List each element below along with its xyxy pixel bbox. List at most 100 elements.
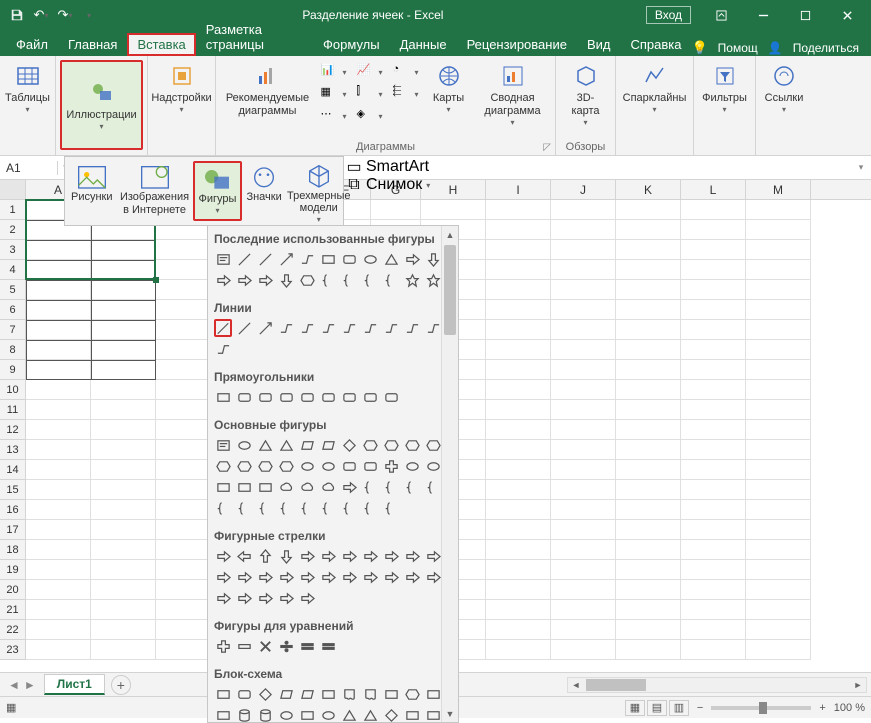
cell[interactable] — [26, 580, 91, 600]
zoom-out-button[interactable]: − — [697, 702, 703, 714]
cell[interactable] — [681, 200, 746, 220]
cell[interactable] — [681, 580, 746, 600]
cell[interactable] — [616, 400, 681, 420]
cell[interactable] — [26, 540, 91, 560]
cell[interactable] — [616, 480, 681, 500]
cell[interactable] — [91, 340, 156, 360]
cell[interactable] — [551, 360, 616, 380]
col-header[interactable]: H — [421, 180, 486, 199]
shape-item[interactable] — [256, 685, 274, 703]
screenshot-button[interactable]: ⧉Снимок▾ — [346, 176, 430, 194]
cell[interactable] — [26, 380, 91, 400]
shape-item[interactable] — [235, 388, 253, 406]
cell[interactable] — [746, 540, 811, 560]
shape-item[interactable] — [298, 568, 316, 586]
shape-item[interactable] — [235, 706, 253, 723]
cell[interactable] — [681, 220, 746, 240]
cell[interactable] — [746, 480, 811, 500]
shape-item[interactable] — [340, 436, 358, 454]
record-macro-icon[interactable]: ▦ — [6, 701, 16, 714]
cell[interactable] — [486, 340, 551, 360]
cell[interactable] — [26, 420, 91, 440]
tellme-label[interactable]: Помощ — [718, 41, 758, 55]
shape-item[interactable] — [382, 547, 400, 565]
online-pictures-button[interactable]: Изображения в Интернете — [117, 161, 193, 221]
cell[interactable] — [91, 320, 156, 340]
shape-item[interactable] — [298, 388, 316, 406]
cell[interactable] — [551, 420, 616, 440]
shape-item[interactable] — [298, 589, 316, 607]
shape-item[interactable] — [277, 499, 295, 517]
cell[interactable] — [616, 200, 681, 220]
cell[interactable] — [551, 200, 616, 220]
cell[interactable] — [681, 360, 746, 380]
shape-item[interactable] — [214, 706, 232, 723]
shape-item[interactable] — [361, 250, 379, 268]
cell[interactable] — [616, 320, 681, 340]
shape-item[interactable] — [319, 568, 337, 586]
cell[interactable] — [551, 500, 616, 520]
cell[interactable] — [486, 320, 551, 340]
zoom-level[interactable]: 100 % — [834, 702, 865, 714]
3dmodels-button[interactable]: Трехмерные модели ▾ — [286, 161, 352, 221]
cell[interactable] — [616, 260, 681, 280]
shape-item[interactable] — [403, 457, 421, 475]
cell[interactable] — [91, 580, 156, 600]
shape-item[interactable] — [214, 388, 232, 406]
shape-item[interactable] — [361, 271, 379, 289]
cell[interactable] — [746, 600, 811, 620]
shape-item[interactable] — [214, 319, 232, 337]
shape-item[interactable] — [403, 436, 421, 454]
shape-item[interactable] — [319, 250, 337, 268]
shape-item[interactable] — [340, 457, 358, 475]
shape-item[interactable] — [403, 271, 421, 289]
cell[interactable] — [26, 280, 91, 300]
cell[interactable] — [26, 360, 91, 380]
maximize-icon[interactable] — [785, 1, 825, 29]
cell[interactable] — [616, 540, 681, 560]
cell[interactable] — [746, 640, 811, 660]
cell[interactable] — [486, 300, 551, 320]
cell[interactable] — [551, 640, 616, 660]
cell[interactable] — [551, 220, 616, 240]
shape-item[interactable] — [382, 271, 400, 289]
cell[interactable] — [486, 460, 551, 480]
cell[interactable] — [616, 520, 681, 540]
shape-item[interactable] — [424, 685, 442, 703]
shape-item[interactable] — [235, 589, 253, 607]
cell[interactable] — [681, 500, 746, 520]
icons-button[interactable]: Значки — [242, 161, 285, 221]
pictures-button[interactable]: Рисунки — [67, 161, 117, 221]
cell[interactable] — [551, 480, 616, 500]
cell[interactable] — [746, 520, 811, 540]
shape-item[interactable] — [361, 478, 379, 496]
row-header[interactable]: 12 — [0, 420, 26, 440]
cell[interactable] — [91, 240, 156, 260]
cell[interactable] — [681, 480, 746, 500]
shape-item[interactable] — [361, 685, 379, 703]
sheet-nav[interactable]: ◄► — [0, 678, 44, 692]
close-icon[interactable] — [827, 1, 867, 29]
cell[interactable] — [486, 580, 551, 600]
qat-customize-icon[interactable]: ▾ — [78, 4, 100, 26]
cell[interactable] — [26, 320, 91, 340]
cell[interactable] — [681, 380, 746, 400]
shape-item[interactable] — [277, 319, 295, 337]
shape-item[interactable] — [214, 340, 232, 358]
undo-icon[interactable]: ↶▾ — [30, 4, 52, 26]
shapes-button[interactable]: Фигуры ▾ — [193, 161, 243, 221]
row-header[interactable]: 3 — [0, 240, 26, 260]
row-header[interactable]: 16 — [0, 500, 26, 520]
cell[interactable] — [486, 520, 551, 540]
cell[interactable] — [551, 340, 616, 360]
cell[interactable] — [681, 560, 746, 580]
sheet-tab[interactable]: Лист1 — [44, 674, 105, 695]
shape-item[interactable] — [235, 457, 253, 475]
shape-item[interactable] — [361, 436, 379, 454]
cell[interactable] — [551, 440, 616, 460]
pivotchart-button[interactable]: Сводная диаграмма ▾ — [477, 60, 549, 130]
shape-item[interactable] — [382, 685, 400, 703]
shape-item[interactable] — [382, 568, 400, 586]
cell[interactable] — [746, 440, 811, 460]
shape-item[interactable] — [277, 478, 295, 496]
